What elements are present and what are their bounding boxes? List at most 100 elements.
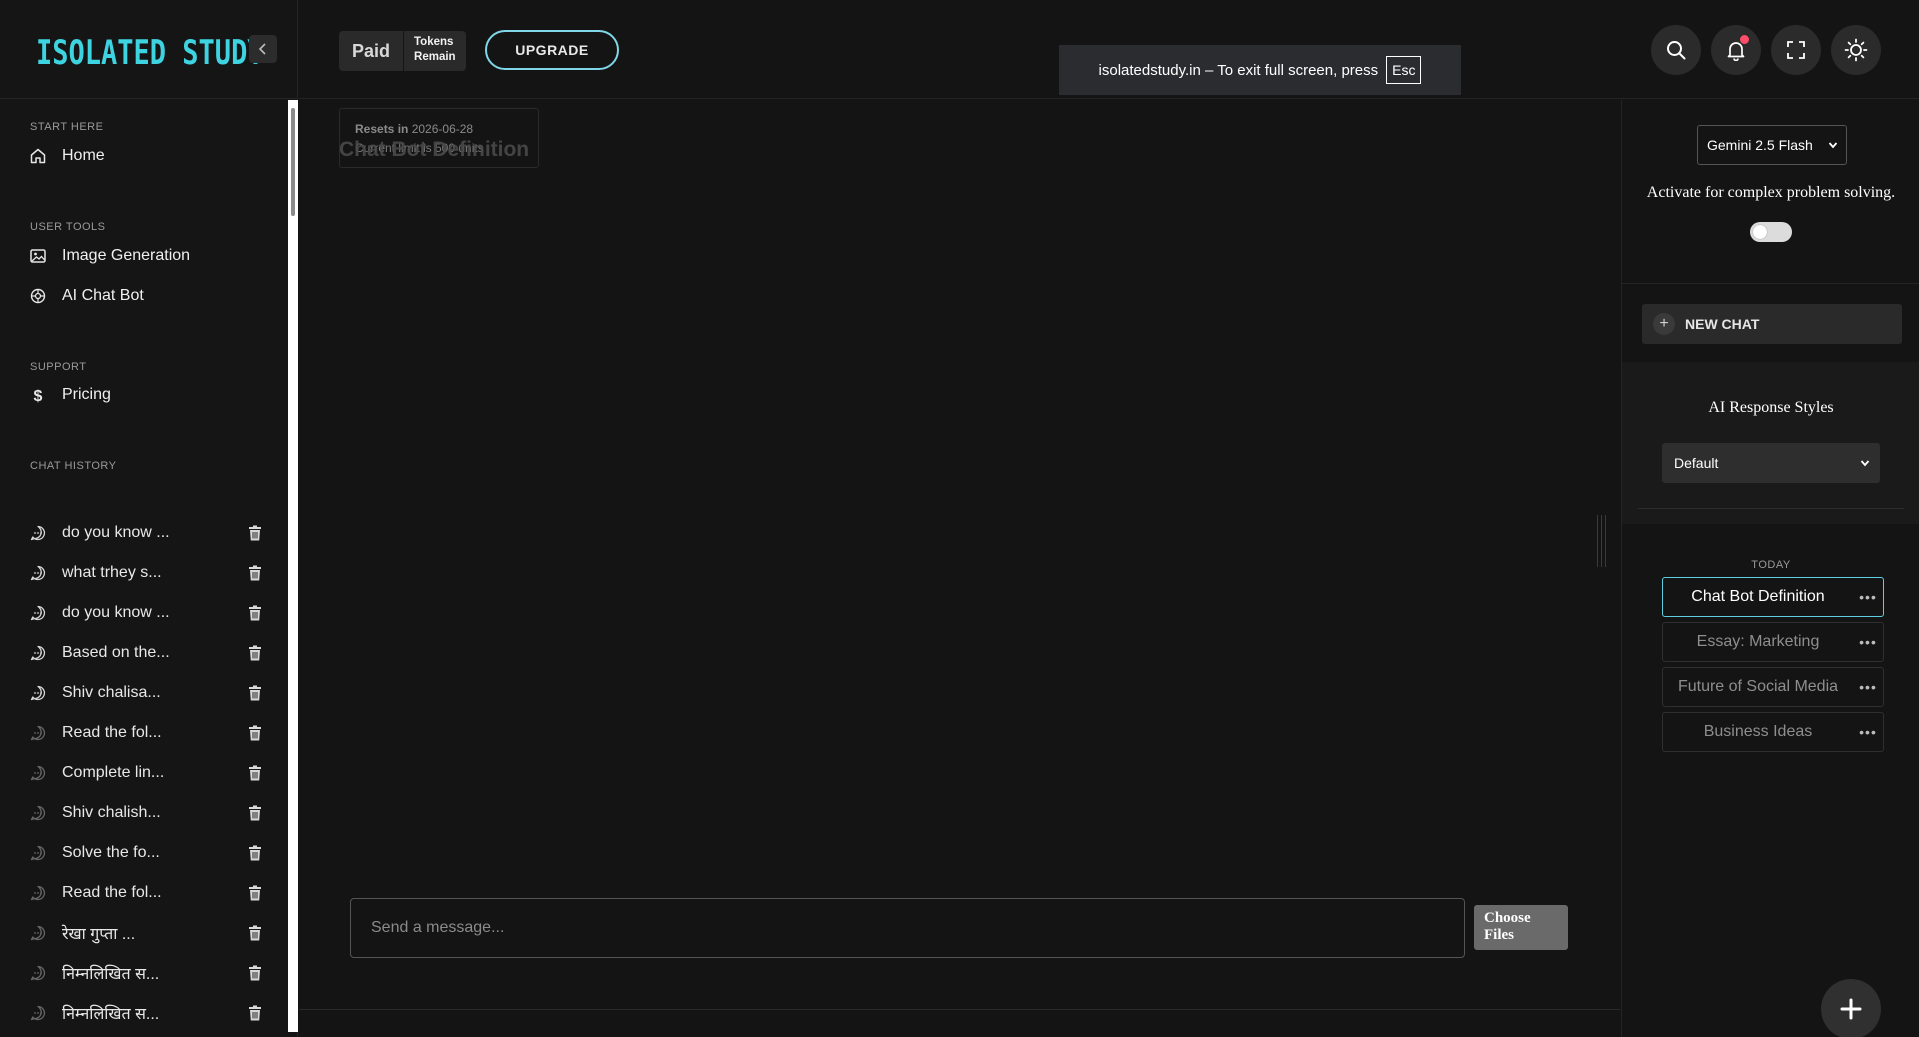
message-composer[interactable] [350,898,1465,958]
delete-chat-button[interactable] [246,924,264,942]
delete-chat-button[interactable] [246,884,264,902]
delete-chat-button[interactable] [246,724,264,742]
chat-history-item[interactable]: Read the fol... [28,878,264,908]
delete-chat-button[interactable] [246,684,264,702]
chat-history-item[interactable]: Shiv chalisa... [28,678,264,708]
chat-bubble-icon [28,803,48,823]
sidebar-item-home[interactable]: Home [28,141,268,171]
sidebar-item-label: Home [62,147,105,164]
sidebar-item-pricing[interactable]: $ Pricing [28,380,268,410]
conversation-item[interactable]: Chat Bot Definition ••• [1662,577,1884,617]
model-select[interactable]: Gemini 2.5 Flash [1697,125,1847,165]
style-selected-value: Default [1674,455,1719,471]
section-title-start: START HERE [30,121,104,133]
search-button[interactable] [1651,25,1701,75]
chat-history-label: do you know ... [62,524,170,541]
scrollbar-thumb[interactable] [291,108,295,216]
chat-bubble-icon [28,883,48,903]
trash-icon [249,725,261,741]
chat-bubble-icon [28,643,48,663]
topbar: Paid Tokens Remain UPGRADE isolatedstudy… [299,0,1919,99]
sidebar-scrollbar[interactable] [288,100,298,1032]
upgrade-button[interactable]: UPGRADE [485,30,619,70]
app-root: ISOLATED STUDY START HERE Home USER TOOL… [0,0,1919,1037]
brand-logo[interactable]: ISOLATED STUDY [36,34,264,73]
conversation-label: Essay: Marketing [1696,633,1820,650]
new-chat-button[interactable]: + NEW CHAT [1642,304,1902,344]
panel-resize-handle[interactable] [1595,515,1607,567]
resize-grip-line [1596,515,1598,567]
conversation-item[interactable]: Business Ideas ••• [1662,712,1884,752]
chat-history-item[interactable]: Shiv chalish... [28,798,264,828]
chevron-left-icon [258,43,266,55]
divider [1638,508,1904,509]
chat-main: Resets in 2026-06-28 Current limit is 50… [299,100,1620,1010]
delete-chat-button[interactable] [246,604,264,622]
tokens-remain: Tokens Remain [404,31,466,71]
trash-icon [249,885,261,901]
chat-history-item[interactable]: do you know ... [28,518,264,548]
chat-history-item[interactable]: रेखा गुप्ता ... [28,918,264,948]
more-options-icon[interactable]: ••• [1853,724,1883,740]
trash-icon [249,925,261,941]
conversation-label: Future of Social Media [1677,678,1839,695]
resets-line: Resets in 2026-06-28 [355,122,473,136]
resize-grip-line [1604,515,1606,567]
sidebar: ISOLATED STUDY START HERE Home USER TOOL… [0,0,298,1037]
trash-icon [249,765,261,781]
tokens-line-2: Remain [414,51,456,63]
delete-chat-button[interactable] [246,564,264,582]
chat-history-label: Shiv chalisa... [62,684,161,701]
conversation-label: Chat Bot Definition [1691,588,1825,605]
chat-bubble-icon [28,683,48,703]
trash-icon [249,1005,261,1021]
choose-files-button[interactable]: Choose Files [1474,905,1568,950]
chat-history-item[interactable]: what trhey s... [28,558,264,588]
plan-name: Paid [339,31,405,71]
delete-chat-button[interactable] [246,844,264,862]
home-icon [28,146,48,166]
chat-history-label: निम्नलिखित स... [62,1006,160,1023]
complex-reasoning-toggle[interactable] [1750,222,1792,242]
esc-key: Esc [1386,56,1422,84]
chat-bubble-icon [28,963,48,983]
fullscreen-button[interactable] [1771,25,1821,75]
chat-bubble-icon [28,563,48,583]
delete-chat-button[interactable] [246,964,264,982]
sidebar-item-label: AI Chat Bot [62,287,144,304]
right-panel: Gemini 2.5 Flash Activate for complex pr… [1621,100,1919,1037]
theme-toggle-button[interactable] [1831,25,1881,75]
delete-chat-button[interactable] [246,804,264,822]
chat-history-item[interactable]: Based on the... [28,638,264,668]
collapse-sidebar-button[interactable] [249,35,277,63]
chat-history-item[interactable]: निम्नलिखित स... [28,998,264,1028]
message-input[interactable] [371,919,1444,937]
chat-history-label: do you know ... [62,604,170,621]
openai-icon [28,286,48,306]
delete-chat-button[interactable] [246,764,264,782]
delete-chat-button[interactable] [246,644,264,662]
conversation-item[interactable]: Future of Social Media ••• [1662,667,1884,707]
response-style-select[interactable]: Default [1662,443,1880,483]
chat-history-item[interactable]: Solve the fo... [28,838,264,868]
floating-add-button[interactable] [1821,979,1881,1037]
notifications-button[interactable] [1711,25,1761,75]
chat-history-item[interactable]: do you know ... [28,598,264,628]
chat-history-item[interactable]: निम्नलिखित स... [28,958,264,988]
more-options-icon[interactable]: ••• [1853,634,1883,650]
delete-chat-button[interactable] [246,1004,264,1022]
conversation-item[interactable]: Essay: Marketing ••• [1662,622,1884,662]
toggle-knob [1753,225,1767,239]
chat-bubble-icon [28,1003,48,1023]
chat-history-item[interactable]: Read the fol... [28,718,264,748]
sidebar-item-image-generation[interactable]: Image Generation [28,241,268,271]
model-selected-value: Gemini 2.5 Flash [1707,137,1813,153]
delete-chat-button[interactable] [246,524,264,542]
chevron-down-icon [1828,142,1838,149]
chat-history-item[interactable]: Complete lin... [28,758,264,788]
chat-bubble-icon [28,923,48,943]
sidebar-item-ai-chat-bot[interactable]: AI Chat Bot [28,281,268,311]
more-options-icon[interactable]: ••• [1853,679,1883,695]
more-options-icon[interactable]: ••• [1853,589,1883,605]
chat-history-label: Read the fol... [62,884,162,901]
